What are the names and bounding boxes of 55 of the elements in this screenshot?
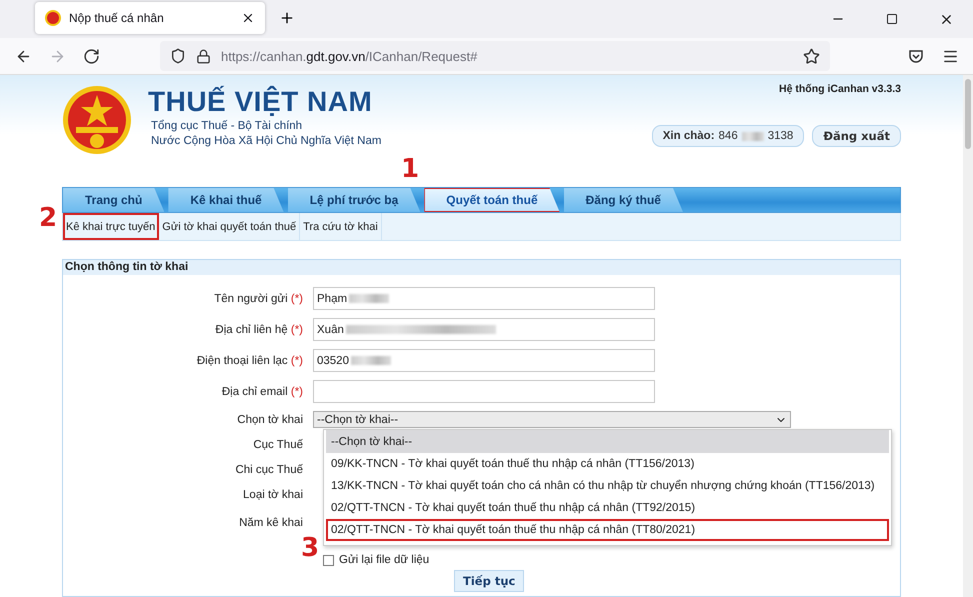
field-label: Địa chỉ email (*) [220, 386, 304, 398]
address-bar[interactable]: https://canhan.gdt.gov.vn/ICanhan/Request# [160, 41, 830, 71]
field-label: Cục Thuế [252, 438, 304, 450]
panel-title: Chọn thông tin tờ khai [63, 260, 900, 275]
dropdown-option[interactable]: 09/KK-TNCN - Tờ khai quyết toán thuế thu nhập cá nhân (TT156/2013) [326, 453, 889, 475]
submenu-link[interactable]: Gửi tờ khai quyết toán thuế [159, 213, 300, 240]
site-title: THUẾ VIỆT NAM [148, 85, 374, 119]
emblem-icon [45, 10, 61, 26]
reload-icon[interactable] [82, 48, 100, 64]
field-label: Điện thoại liên lạc (*) [196, 354, 304, 366]
field-label: Địa chỉ liên hệ (*) [214, 324, 304, 336]
pocket-icon[interactable] [908, 48, 924, 64]
text-field[interactable]: Xuân [313, 318, 655, 341]
text-field[interactable] [313, 380, 655, 403]
callout-number: 3 [301, 533, 320, 563]
new-tab-icon[interactable] [279, 10, 295, 26]
field-label: Năm kê khai [238, 516, 304, 528]
checkbox[interactable] [323, 554, 334, 566]
site-subtitle: Nước Cộng Hòa Xã Hội Chủ Nghĩa Việt Nam [151, 134, 382, 149]
dropdown-option[interactable]: 02/QTT-TNCN - Tờ khai quyết toán thuế thu nhập cá nhân (TT80/2021) [326, 519, 889, 541]
checkbox-label: Gửi lại file dữ liệu [339, 554, 430, 566]
close-icon[interactable] [241, 11, 255, 25]
scrollbar[interactable] [963, 75, 973, 597]
logout-button[interactable]: Đăng xuất [812, 125, 901, 147]
form-select[interactable]: --Chọn tờ khai-- [313, 411, 791, 428]
callout-number: 2 [39, 203, 58, 233]
url-text: https://canhan.gdt.gov.vn/ICanhan/Request# [221, 48, 478, 64]
lock-icon [196, 48, 211, 64]
shield-icon [170, 48, 186, 64]
tab-title: Nộp thuế cá nhân [69, 11, 165, 25]
nav-tab[interactable]: Đăng ký thuế [564, 188, 683, 212]
submenu-link[interactable]: Tra cứu tờ khai [300, 213, 382, 240]
greeting-badge: Xin chào: 846 3138 [652, 125, 804, 147]
dropdown-option[interactable]: 13/KK-TNCN - Tờ khai quyết toán cho cá nhân có thu nhập từ chuyển nhượng chứng khoán (TT156/2013) [326, 475, 889, 497]
site-subtitle: Tổng cục Thuế - Bộ Tài chính [151, 119, 304, 134]
field-label: Loại tờ khai [242, 488, 304, 500]
submenu-link[interactable]: Kê khai trực tuyến [63, 213, 160, 240]
bookmark-star-icon[interactable] [803, 48, 820, 64]
browser-tab[interactable]: Nộp thuế cá nhân [35, 2, 265, 34]
field-label: Chi cục Thuế [234, 464, 304, 476]
maximize-icon[interactable] [886, 13, 898, 25]
version-text: Hệ thống iCanhan v3.3.3 [779, 83, 901, 95]
continue-button[interactable]: Tiếp tục [454, 570, 524, 592]
emblem-logo [62, 85, 132, 155]
nav-tab[interactable]: Lệ phí trước bạ [288, 188, 420, 212]
callout-number: 1 [401, 154, 420, 184]
nav-tab[interactable]: Quyết toán thuế [424, 188, 560, 212]
text-field[interactable]: 03520 [313, 349, 655, 372]
text-field[interactable]: Phạm [313, 287, 655, 310]
nav-tab[interactable]: Kê khai thuế [168, 188, 284, 212]
field-label: Tên người gửi (*) [213, 292, 304, 304]
dropdown-option[interactable]: 02/QTT-TNCN - Tờ khai quyết toán thuế thu nhập cá nhân (TT92/2015) [326, 497, 889, 519]
dropdown-option[interactable]: --Chọn tờ khai-- [326, 430, 889, 453]
field-label: Chọn tờ khai [236, 414, 304, 426]
nav-tab[interactable]: Trang chủ [63, 188, 164, 212]
